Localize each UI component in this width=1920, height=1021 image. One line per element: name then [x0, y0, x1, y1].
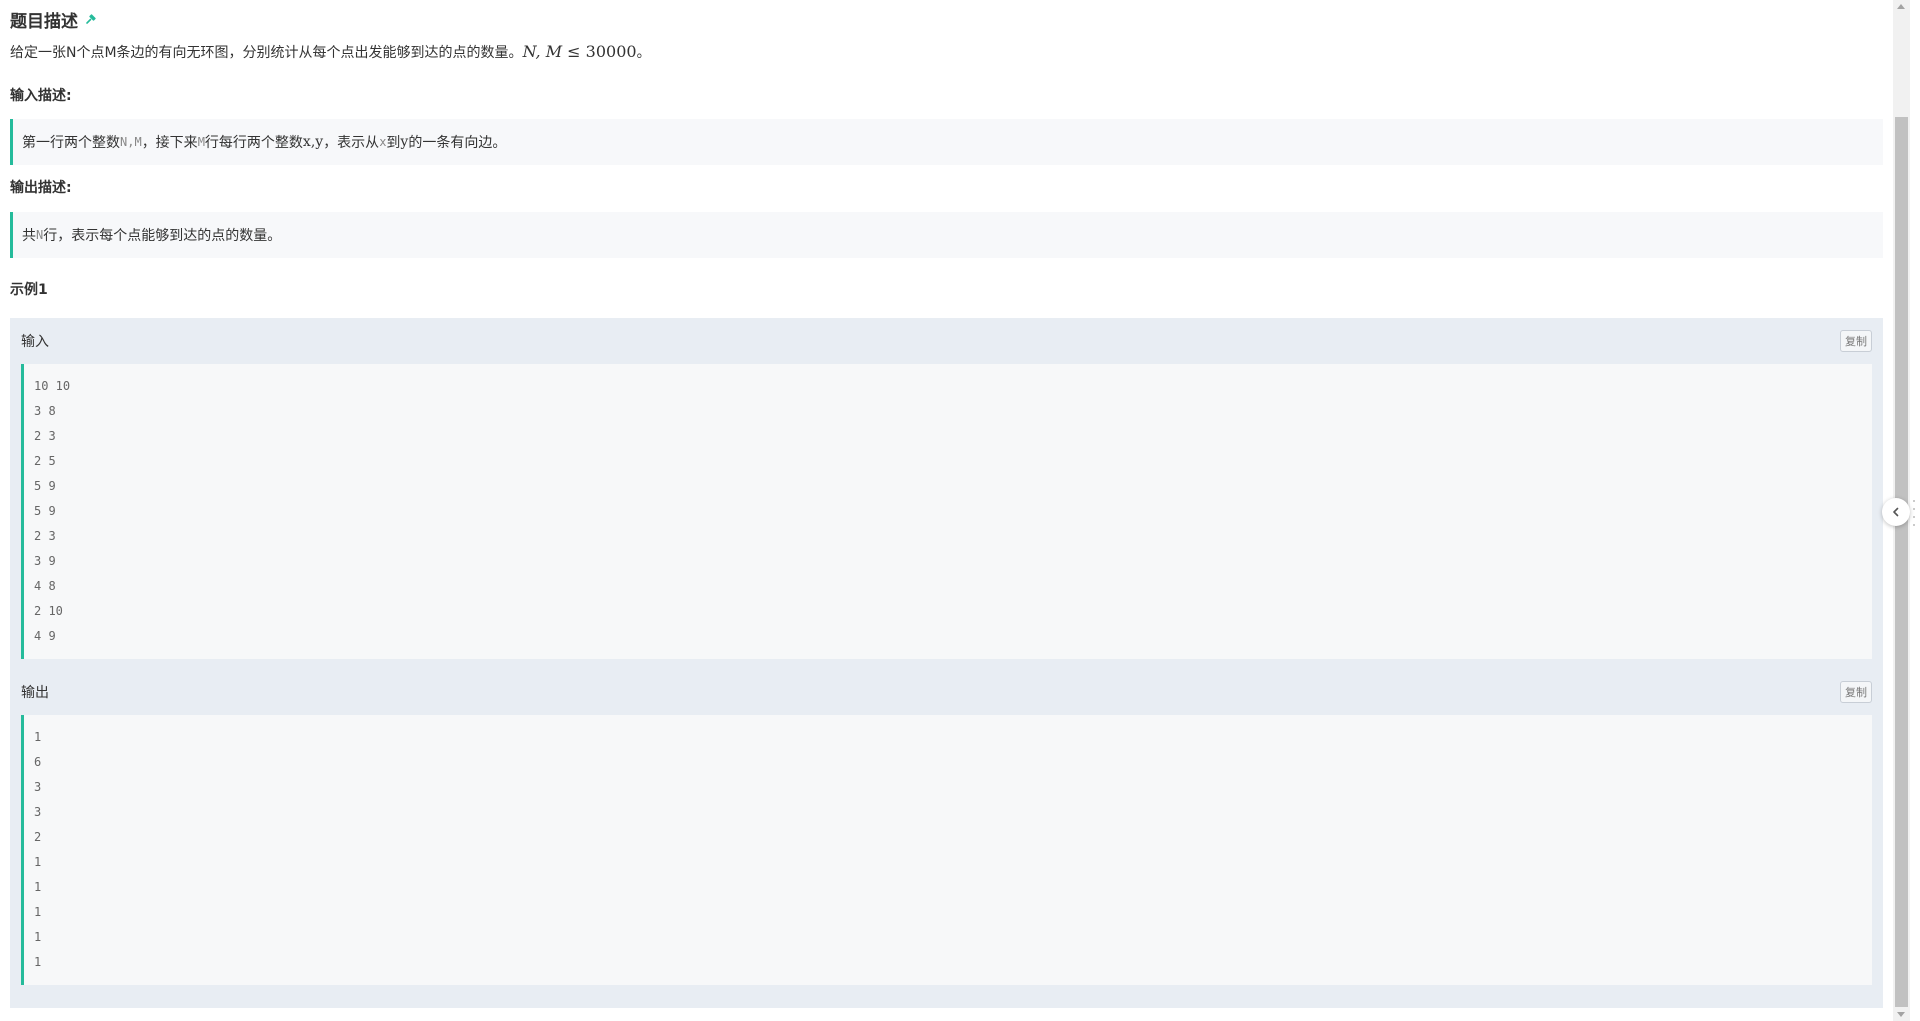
input-code-line: 3 9 — [34, 554, 56, 568]
output-code-line: 1 — [34, 955, 42, 969]
input-desc-var: y — [400, 134, 409, 150]
math-relation: ≤ 30000 — [562, 42, 637, 61]
input-desc-part: 第一行两个整数 — [22, 135, 120, 151]
input-code-line: 4 8 — [34, 579, 56, 593]
pin-icon[interactable] — [84, 12, 98, 26]
input-desc-part: ，表示从 — [323, 135, 380, 151]
input-desc-var: N,M — [120, 135, 142, 149]
input-code-line: 3 8 — [34, 404, 56, 418]
output-card-header: 输出 复制 — [10, 669, 1883, 715]
description-text: 给定一张N个点M条边的有向无环图，分别统计从每个点出发能够到达的点的数量。 — [10, 45, 523, 61]
problem-description: 给定一张N个点M条边的有向无环图，分别统计从每个点出发能够到达的点的数量。N, … — [10, 40, 651, 64]
output-desc-part: 共 — [22, 228, 36, 244]
output-label: 输出 — [21, 685, 49, 701]
input-desc-var: x,y — [302, 134, 324, 150]
problem-title: 题目描述 — [10, 8, 98, 32]
output-code-line: 1 — [34, 905, 42, 919]
output-code-box: 1 6 3 3 2 1 1 1 1 1 — [21, 715, 1872, 985]
problem-title-text: 题目描述 — [10, 11, 78, 32]
output-code-line: 1 — [34, 855, 42, 869]
input-code-line: 2 3 — [34, 429, 56, 443]
example-title: 示例1 — [10, 282, 48, 298]
scroll-up-arrow-icon[interactable] — [1897, 4, 1905, 9]
output-code-line: 3 — [34, 780, 42, 794]
collapse-panel-button[interactable] — [1882, 498, 1910, 526]
input-code-lines: 10 10 3 8 2 3 2 5 5 9 5 9 2 3 3 9 4 8 2 10 4 9 — [34, 374, 1872, 649]
output-code-line: 3 — [34, 805, 42, 819]
output-desc-var: N — [36, 228, 44, 242]
copy-input-button[interactable]: 复制 — [1840, 330, 1872, 352]
input-code-line: 10 10 — [34, 379, 71, 393]
input-code-box: 10 10 3 8 2 3 2 5 5 9 5 9 2 3 3 9 4 8 2 10 4 9 — [21, 364, 1872, 659]
description-tail: 。 — [636, 45, 651, 61]
problem-page: 题目描述 给定一张N个点M条边的有向无环图，分别统计从每个点出发能够到达的点的数… — [0, 0, 1920, 1021]
chevron-left-icon — [1893, 507, 1899, 517]
input-label: 输入 — [21, 334, 49, 350]
copy-output-button[interactable]: 复制 — [1840, 681, 1872, 703]
input-desc-part: ，接下来 — [141, 135, 198, 151]
output-desc-part: 行，表示每个点能够到达的点的数量。 — [43, 228, 282, 244]
output-code-line: 1 — [34, 730, 42, 744]
input-description-block: 第一行两个整数 N,M ，接下来 M 行每行两个整数 x,y ，表示从 x 到 y 的一条有向边。 — [10, 119, 1883, 165]
input-code-line: 2 5 — [34, 454, 56, 468]
output-code-line: 2 — [34, 830, 42, 844]
output-code-line: 6 — [34, 755, 42, 769]
example-card: 输入 复制 10 10 3 8 2 3 2 5 5 9 5 9 2 3 3 9 4 8 2 10 4… — [10, 318, 1883, 1008]
input-code-line: 5 9 — [34, 479, 56, 493]
description-math: N, M ≤ 30000 — [523, 42, 637, 61]
input-desc-var: M — [197, 135, 205, 149]
input-code-line: 4 9 — [34, 629, 56, 643]
output-code-lines: 1 6 3 3 2 1 1 1 1 1 — [34, 725, 1872, 975]
input-code-line: 2 3 — [34, 529, 56, 543]
input-description-label: 输入描述: — [10, 88, 72, 104]
scroll-down-arrow-icon[interactable] — [1897, 1012, 1905, 1017]
input-card-header: 输入 复制 — [10, 318, 1883, 364]
input-desc-part: 行每行两个整数 — [204, 135, 303, 151]
input-code-line: 2 10 — [34, 604, 63, 618]
input-desc-var: x — [379, 135, 387, 149]
output-code-line: 1 — [34, 880, 42, 894]
input-desc-part: 到 — [386, 135, 401, 151]
drag-handle-icon[interactable] — [1912, 500, 1916, 526]
output-description-label: 输出描述: — [10, 180, 72, 196]
output-description-block: 共 N 行，表示每个点能够到达的点的数量。 — [10, 212, 1883, 258]
math-vars: N, M — [522, 42, 563, 61]
input-desc-part: 的一条有向边。 — [408, 135, 507, 151]
input-code-line: 5 9 — [34, 504, 56, 518]
scrollbar-thumb[interactable] — [1895, 117, 1908, 1007]
output-code-line: 1 — [34, 930, 42, 944]
